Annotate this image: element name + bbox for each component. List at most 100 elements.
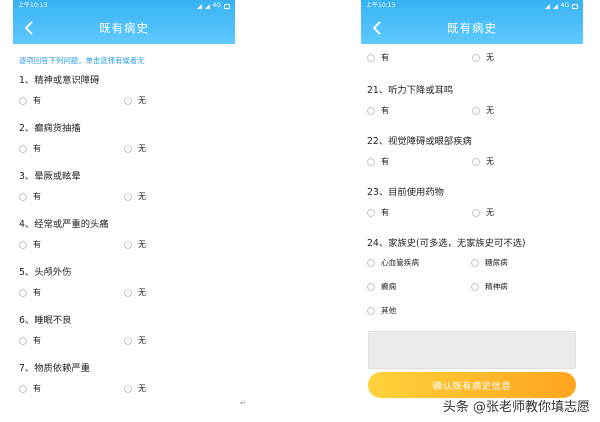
radio-icon[interactable] — [367, 306, 375, 315]
yes-option[interactable]: 有 — [19, 287, 124, 298]
signal-icon — [552, 3, 558, 9]
battery-icon — [224, 3, 230, 9]
radio-icon[interactable] — [19, 240, 27, 249]
radio-icon[interactable] — [471, 282, 479, 291]
network-label: 4G — [560, 2, 569, 9]
left-phone-screen: 上午10:13 4G 既有病史 逐项回答下列问题，单击选择有或者无 1、精神或意… — [13, 0, 235, 422]
radio-icon[interactable] — [472, 208, 480, 217]
question-item: 5、头颅外伤 有 无 — [13, 264, 235, 298]
no-option[interactable]: 无 — [472, 156, 494, 167]
radio-icon[interactable] — [124, 96, 132, 105]
battery-icon — [572, 3, 578, 9]
no-option[interactable]: 无 — [124, 191, 146, 202]
signal-icon — [196, 3, 202, 9]
question-title: 1、精神或意识障碍 — [19, 75, 100, 86]
radio-icon[interactable] — [367, 208, 375, 217]
radio-icon[interactable] — [471, 258, 479, 267]
text-cursor-mark: ↵ — [240, 399, 246, 407]
question-item: 4、经常或严重的头痛 有 无 — [13, 216, 235, 250]
other-details-textarea[interactable] — [368, 331, 576, 369]
no-option[interactable]: 无 — [124, 95, 146, 106]
yes-option[interactable]: 有 — [19, 383, 124, 394]
no-option[interactable]: 无 — [472, 207, 494, 218]
status-time: 上午10:13 — [366, 2, 396, 9]
yes-option[interactable]: 有 — [19, 239, 124, 250]
page-title: 既有病史 — [447, 21, 497, 35]
radio-icon[interactable] — [124, 384, 132, 393]
question-title: 21、听力下降或耳鸣 — [367, 85, 454, 96]
yes-option[interactable]: 有 — [19, 95, 124, 106]
page-title: 既有病史 — [99, 21, 149, 35]
radio-icon[interactable] — [19, 144, 27, 153]
watermark-text: 头条 @张老师教你填志愿 — [442, 400, 590, 415]
yes-option[interactable]: 有 — [367, 156, 472, 167]
radio-icon[interactable] — [367, 157, 375, 166]
back-arrow-icon[interactable] — [21, 19, 39, 37]
yes-option[interactable]: 有 — [367, 207, 472, 218]
yes-option[interactable]: 有 — [19, 191, 124, 202]
back-arrow-icon[interactable] — [369, 19, 387, 37]
radio-icon[interactable] — [19, 192, 27, 201]
no-option[interactable]: 无 — [124, 143, 146, 154]
radio-icon[interactable] — [367, 258, 375, 267]
no-option[interactable]: 无 — [472, 105, 494, 116]
no-option[interactable]: 无 — [124, 335, 146, 346]
instruction-hint: 逐项回答下列问题，单击选择有或者无 — [19, 56, 145, 65]
app-header: 上午10:13 4G 既有病史 — [361, 0, 583, 44]
signal-icon — [544, 3, 550, 9]
checkbox-option-epilepsy[interactable]: 癫痫 — [367, 281, 471, 292]
question-title: 7、物质依赖严重 — [19, 363, 90, 374]
question-title: 22、视觉障碍或眼部疾病 — [367, 136, 472, 147]
question-item: 1、精神或意识障碍 有 无 — [13, 72, 235, 106]
yes-option[interactable]: 有 — [19, 335, 124, 346]
radio-icon[interactable] — [367, 106, 375, 115]
status-time: 上午10:13 — [18, 2, 48, 9]
checkbox-option-mental-illness[interactable]: 精神病 — [471, 281, 575, 292]
no-option[interactable]: 无 — [124, 239, 146, 250]
radio-icon[interactable] — [367, 282, 375, 291]
yes-option[interactable]: 有 — [367, 52, 472, 63]
question-item: 6、睡眠不良 有 无 — [13, 312, 235, 346]
no-option[interactable]: 无 — [124, 287, 146, 298]
status-bar: 上午10:13 4G — [361, 0, 583, 12]
radio-icon[interactable] — [472, 53, 480, 62]
right-phone-screen: 上午10:13 4G 既有病史 有 无 21、听力下降或耳鸣 有 无 22、视觉… — [361, 0, 583, 422]
family-history-options: 心血管疾病 糖尿病 癫痫 精神病 其他 — [361, 257, 583, 316]
radio-icon[interactable] — [367, 53, 375, 62]
network-label: 4G — [212, 2, 221, 9]
checkbox-option-other[interactable]: 其他 — [367, 305, 471, 316]
radio-icon[interactable] — [124, 192, 132, 201]
question-title: 5、头颅外伤 — [19, 267, 72, 278]
question-item: 7、物质依赖严重 有 无 — [13, 360, 235, 394]
question-title: 4、经常或严重的头痛 — [19, 219, 109, 230]
checkbox-option-diabetes[interactable]: 糖尿病 — [471, 257, 575, 268]
checkbox-option-cardiovascular[interactable]: 心血管疾病 — [367, 257, 471, 268]
radio-icon[interactable] — [124, 144, 132, 153]
radio-icon[interactable] — [472, 157, 480, 166]
radio-icon[interactable] — [19, 384, 27, 393]
previous-question-options: 有 无 — [361, 52, 583, 63]
question-title: 3、晕厥或眩晕 — [19, 171, 81, 182]
no-option[interactable]: 无 — [124, 383, 146, 394]
question-item: 23、目前使用药物 有 无 — [361, 184, 583, 218]
confirm-history-button[interactable]: 确认既有病史信息 — [368, 372, 576, 398]
radio-icon[interactable] — [19, 96, 27, 105]
no-option[interactable]: 无 — [472, 52, 494, 63]
app-header: 上午10:13 4G 既有病史 — [13, 0, 235, 44]
yes-option[interactable]: 有 — [19, 143, 124, 154]
radio-icon[interactable] — [472, 106, 480, 115]
radio-icon[interactable] — [19, 288, 27, 297]
question-title: 23、目前使用药物 — [367, 187, 444, 198]
question-title: 6、睡眠不良 — [19, 315, 72, 326]
radio-icon[interactable] — [124, 240, 132, 249]
signal-icon — [204, 3, 210, 9]
status-bar: 上午10:13 4G — [13, 0, 235, 12]
radio-icon[interactable] — [124, 288, 132, 297]
family-history-question: 24、家族史(可多选，无家族史可不选) 心血管疾病 糖尿病 癫痫 精神病 其他 — [361, 235, 583, 316]
question-item: 22、视觉障碍或眼部疾病 有 无 — [361, 133, 583, 167]
question-item: 3、晕厥或眩晕 有 无 — [13, 168, 235, 202]
radio-icon[interactable] — [19, 336, 27, 345]
yes-option[interactable]: 有 — [367, 105, 472, 116]
radio-icon[interactable] — [124, 336, 132, 345]
question-item: 2、癫痫货抽搐 有 无 — [13, 120, 235, 154]
